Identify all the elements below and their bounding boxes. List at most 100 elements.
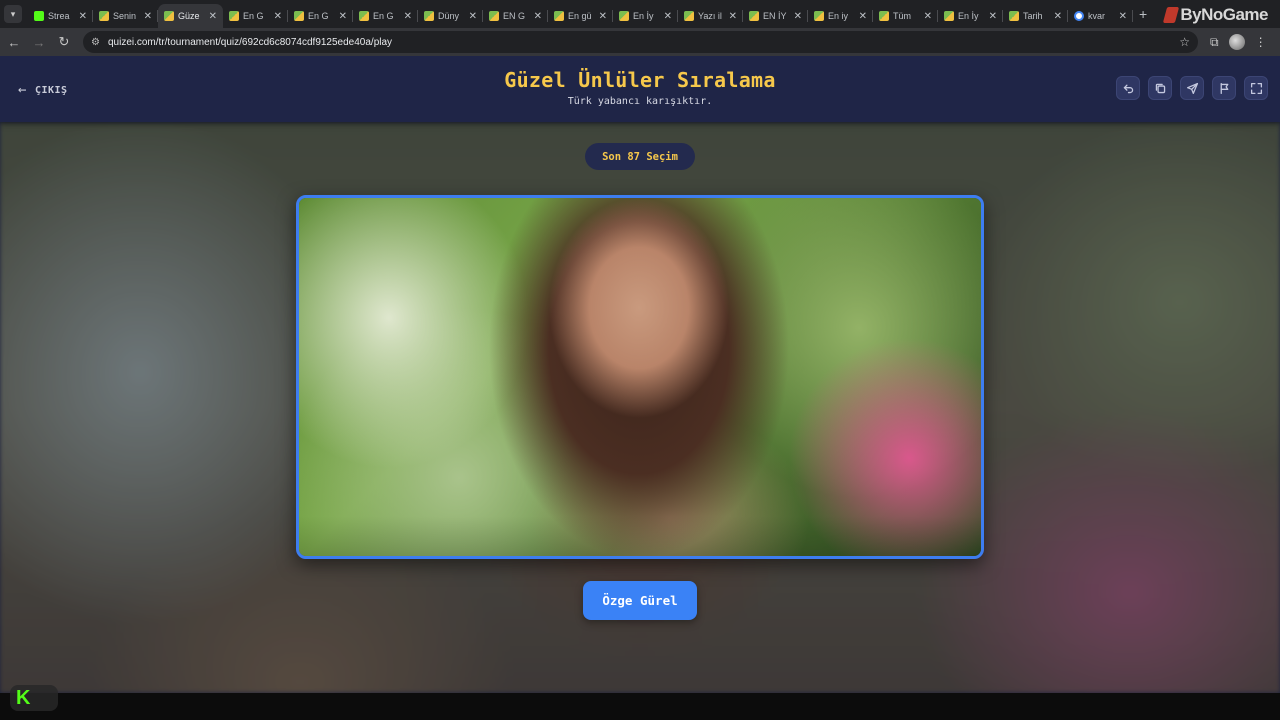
browser-tab-label: Strea <box>48 11 70 21</box>
close-tab-icon[interactable]: ✕ <box>404 11 412 22</box>
browser-tab[interactable]: En İy ✕ <box>613 4 678 28</box>
browser-tab[interactable]: Senin ✕ <box>93 4 158 28</box>
site-info-icon[interactable]: ⚙ <box>91 37 100 48</box>
close-tab-icon[interactable]: ✕ <box>924 11 932 22</box>
bookmark-star-icon[interactable]: ☆ <box>1179 35 1190 49</box>
close-tab-icon[interactable]: ✕ <box>274 11 282 22</box>
kick-icon <box>34 11 44 21</box>
close-tab-icon[interactable]: ✕ <box>534 11 542 22</box>
tab-search-chevron-icon[interactable]: ▾ <box>4 5 22 23</box>
reload-icon[interactable]: ↻ <box>53 31 75 53</box>
book-icon <box>944 11 954 21</box>
browser-tab[interactable]: Tarih ✕ <box>1003 4 1068 28</box>
browser-tab-label: EN G <box>503 11 526 21</box>
book-icon <box>164 11 174 21</box>
browser-tab-label: En G <box>308 11 329 21</box>
bynogame-watermark: ByNoGame <box>1163 5 1268 25</box>
quiz-page: ← ÇIKIŞ Güzel Ünlüler Sıralama Türk yaba… <box>0 56 1280 693</box>
kick-app-button[interactable]: K <box>10 685 58 711</box>
browser-tab[interactable]: kvar ✕ <box>1068 4 1133 28</box>
close-tab-icon[interactable]: ✕ <box>989 11 997 22</box>
browser-tab[interactable]: Strea ✕ <box>28 4 93 28</box>
tab-list: Strea ✕ Senin ✕ Güze ✕ En G ✕ En G ✕ En G ✕ Düny ✕ EN … <box>28 0 1133 28</box>
flag-button[interactable] <box>1212 76 1236 100</box>
browser-tab-label: En gü <box>568 11 592 21</box>
browser-tab[interactable]: EN İY ✕ <box>743 4 808 28</box>
google-icon <box>1074 11 1084 21</box>
close-tab-icon[interactable]: ✕ <box>209 11 217 22</box>
browser-tab[interactable]: EN G ✕ <box>483 4 548 28</box>
quiz-header: ← ÇIKIŞ Güzel Ünlüler Sıralama Türk yaba… <box>0 56 1280 122</box>
book-icon <box>684 11 694 21</box>
browser-tab[interactable]: Yazı il ✕ <box>678 4 743 28</box>
share-button[interactable] <box>1180 76 1204 100</box>
header-actions <box>1116 76 1268 100</box>
close-tab-icon[interactable]: ✕ <box>144 11 152 22</box>
close-tab-icon[interactable]: ✕ <box>79 11 87 22</box>
browser-tab[interactable]: Güze ✕ <box>158 4 223 28</box>
candidate-photo-card[interactable] <box>296 195 984 559</box>
bynogame-watermark-text: ByNoGame <box>1180 5 1268 24</box>
close-tab-icon[interactable]: ✕ <box>1119 11 1127 22</box>
browser-tab-label: En İy <box>958 11 979 21</box>
fullscreen-button[interactable] <box>1244 76 1268 100</box>
close-tab-icon[interactable]: ✕ <box>664 11 672 22</box>
profile-avatar[interactable] <box>1228 34 1245 50</box>
close-tab-icon[interactable]: ✕ <box>469 11 477 22</box>
browser-tab-label: Tüm <box>893 11 911 21</box>
quiz-subtitle: Türk yabancı karışıktır. <box>567 96 713 107</box>
forward-arrow-icon[interactable]: → <box>28 31 50 53</box>
book-icon <box>554 11 564 21</box>
browser-tab[interactable]: En G ✕ <box>223 4 288 28</box>
book-icon <box>619 11 629 21</box>
close-tab-icon[interactable]: ✕ <box>794 11 802 22</box>
extensions-icon[interactable]: ⧉ <box>1210 35 1219 50</box>
close-tab-icon[interactable]: ✕ <box>859 11 867 22</box>
back-arrow-icon[interactable]: ← <box>3 31 25 53</box>
photo-shade <box>299 516 981 556</box>
candidate-photo[interactable] <box>299 198 981 556</box>
taskbar: K <box>0 685 1280 720</box>
candidate-choice-button[interactable]: Özge Gürel <box>583 581 697 620</box>
browser-tab[interactable]: En iy ✕ <box>808 4 873 28</box>
url-text: quizei.com/tr/tournament/quiz/692cd6c807… <box>107 36 393 48</box>
browser-tab[interactable]: Tüm ✕ <box>873 4 938 28</box>
book-icon <box>814 11 824 21</box>
browser-tab-strip: ▾ Strea ✕ Senin ✕ Güze ✕ En G ✕ En G ✕ En G ✕ Düny ✕ E… <box>0 0 1280 28</box>
fullscreen-icon <box>1250 82 1262 94</box>
browser-tab-label: En G <box>243 11 264 21</box>
browser-tab-label: Güze <box>178 11 200 21</box>
browser-tab-label: kvar <box>1088 11 1106 21</box>
book-icon <box>1009 11 1019 21</box>
bynogame-logo-icon <box>1163 7 1180 23</box>
close-tab-icon[interactable]: ✕ <box>339 11 347 22</box>
browser-tab-label: En İy <box>633 11 654 21</box>
browser-tab[interactable]: Düny ✕ <box>418 4 483 28</box>
round-indicator: Son 87 Seçim <box>585 143 695 170</box>
undo-button[interactable] <box>1116 76 1140 100</box>
copy-icon <box>1155 83 1165 93</box>
browser-tab-label: Senin <box>113 11 137 21</box>
browser-tab[interactable]: En İy ✕ <box>938 4 1003 28</box>
close-tab-icon[interactable]: ✕ <box>729 11 737 22</box>
close-tab-icon[interactable]: ✕ <box>599 11 607 22</box>
browser-tab[interactable]: En gü ✕ <box>548 4 613 28</box>
book-icon <box>99 11 109 21</box>
book-icon <box>229 11 239 21</box>
book-icon <box>424 11 434 21</box>
new-tab-button[interactable]: + <box>1139 6 1147 22</box>
share-icon <box>1186 82 1198 94</box>
address-bar[interactable]: ⚙ quizei.com/tr/tournament/quiz/692cd6c8… <box>83 31 1198 53</box>
close-tab-icon[interactable]: ✕ <box>1054 11 1062 22</box>
browser-tab[interactable]: En G ✕ <box>288 4 353 28</box>
book-icon <box>879 11 889 21</box>
browser-tab-label: En iy <box>828 11 849 21</box>
browser-menu-icon[interactable]: ⋮ <box>1255 35 1267 49</box>
kick-logo-icon: K <box>16 686 31 709</box>
copy-button[interactable] <box>1148 76 1172 100</box>
browser-toolbar: ← → ↻ ⚙ quizei.com/tr/tournament/quiz/69… <box>0 28 1280 56</box>
browser-tab[interactable]: En G ✕ <box>353 4 418 28</box>
flag-icon <box>1220 82 1228 94</box>
quiz-title: Güzel Ünlüler Sıralama <box>504 68 776 92</box>
browser-tab-label: EN İY <box>763 11 787 21</box>
